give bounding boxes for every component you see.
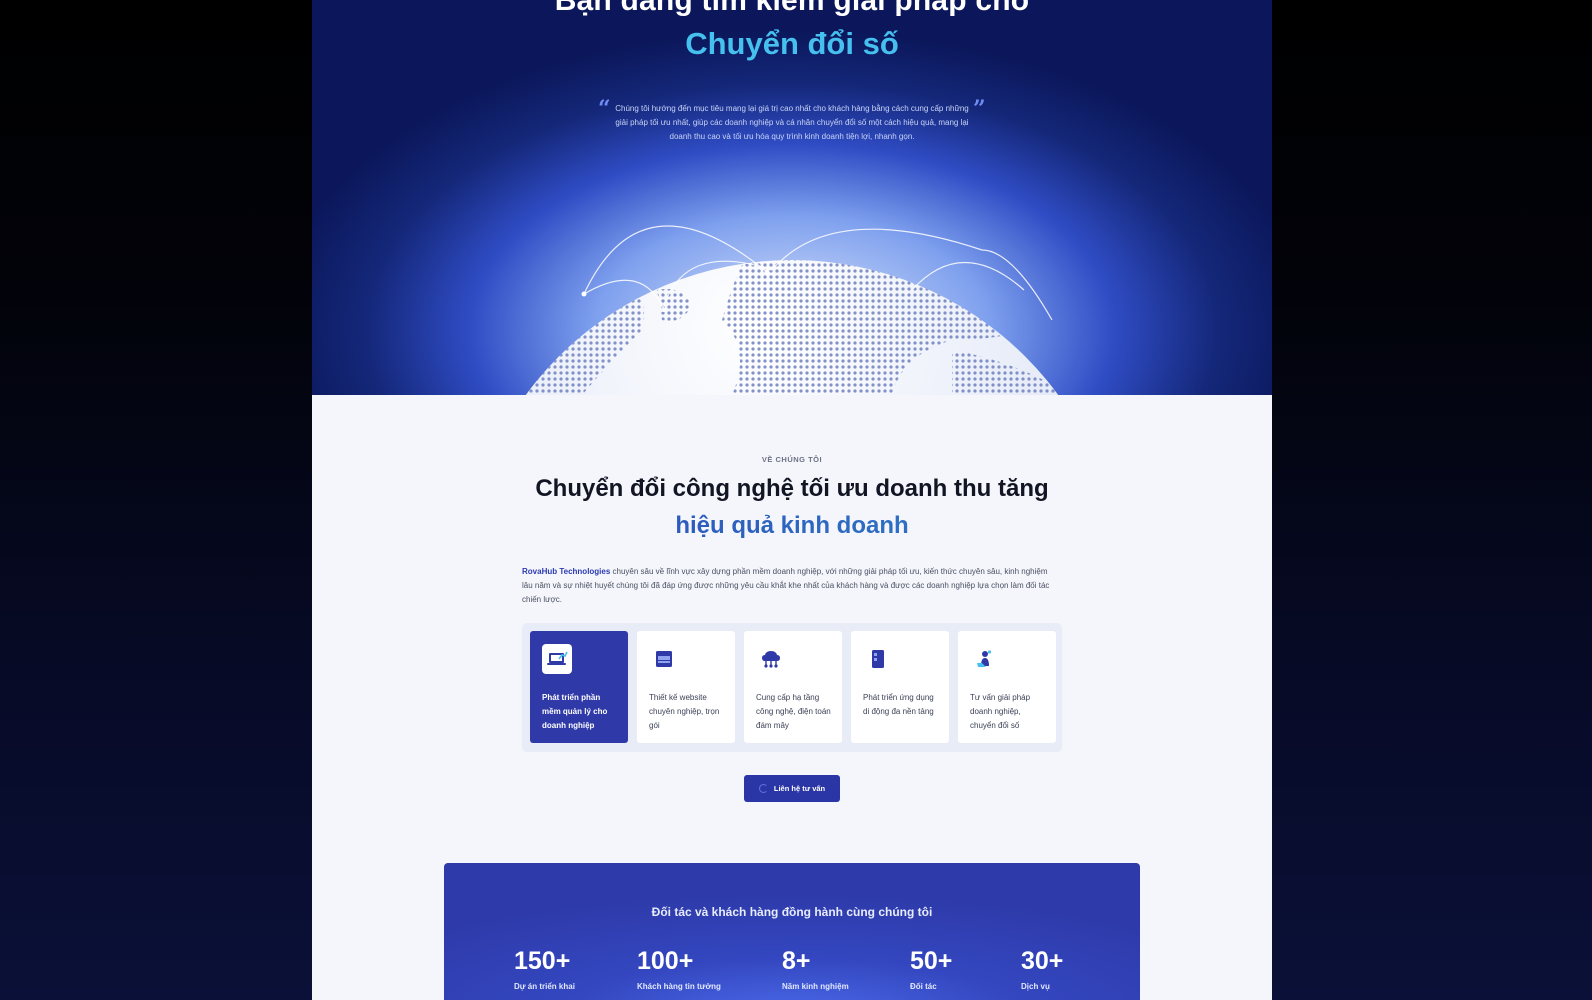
- stat-label: Năm kinh nghiệm: [782, 982, 849, 991]
- stat-clients: 100+ Khách hàng tin tưởng: [637, 947, 721, 991]
- stat-label: Dịch vụ: [1021, 982, 1050, 991]
- partners-title: Đối tác và khách hàng đồng hành cùng chú…: [651, 905, 933, 919]
- stat-label: Đối tác: [910, 982, 937, 991]
- stat-value: 30+: [1021, 947, 1064, 975]
- globe-illustration: [507, 225, 1102, 395]
- service-label: Thiết kế website chuyên nghiệp, trọn gói: [649, 693, 720, 730]
- hero-title-highlight: Chuyển đổi số: [685, 26, 899, 61]
- stat-value: 50+: [910, 947, 953, 975]
- services-panel: Phát triển phần mềm quản lý cho doanh ng…: [522, 623, 1062, 752]
- mobile-app-icon: [863, 644, 893, 674]
- about-eyebrow: VỀ CHÚNG TÔI: [761, 455, 823, 464]
- service-card-website[interactable]: Thiết kế website chuyên nghiệp, trọn gói: [637, 631, 735, 743]
- brand-name: RovaHub Technologies: [522, 567, 611, 576]
- stat-services: 30+ Dịch vụ: [1021, 947, 1063, 991]
- stat-label: Khách hàng tin tưởng: [637, 982, 721, 991]
- service-label: Phát triển ứng dụng di động đa nền tảng: [863, 693, 934, 716]
- browser-window-icon: [649, 644, 679, 674]
- contact-consult-button[interactable]: Liên hệ tư vấn: [744, 775, 840, 802]
- quote-open-icon: “: [598, 96, 611, 122]
- service-label: Cung cấp hạ tầng công nghệ, điện toán đá…: [756, 693, 831, 730]
- service-label: Tư vấn giải pháp doanh nghiệp, chuyển đổ…: [970, 693, 1031, 730]
- laptop-chart-icon: [542, 644, 572, 674]
- stat-label: Dự án triển khai: [514, 982, 575, 991]
- about-description: RovaHub Technologies chuyên sâu về lĩnh …: [522, 565, 1052, 607]
- stat-value: 100+: [637, 947, 694, 975]
- contact-consult-label: Liên hệ tư vấn: [773, 784, 826, 793]
- service-card-software[interactable]: Phát triển phần mềm quản lý cho doanh ng…: [530, 631, 628, 743]
- stat-projects: 150+ Dự án triển khai: [514, 947, 575, 991]
- loading-circle-icon: [758, 784, 768, 793]
- hero-title-top: Bạn đang tìm kiếm giải pháp cho: [554, 0, 1030, 17]
- about-title-highlight: hiệu quả kinh doanh: [312, 512, 1272, 540]
- cloud-network-icon: [756, 644, 786, 674]
- about-title: Chuyển đổi công nghệ tối ưu doanh thu tă…: [535, 475, 1049, 502]
- quote-close-icon: ”: [973, 96, 986, 122]
- stat-value: 8+: [782, 947, 811, 975]
- hero-section: Bạn đang tìm kiếm giải pháp cho Chuyển đ…: [312, 0, 1272, 395]
- hero-description: Chúng tôi hướng đến mục tiêu mang lại gi…: [615, 104, 969, 141]
- service-label: Phát triển phần mềm quản lý cho doanh ng…: [542, 693, 608, 730]
- page-container: Bạn đang tìm kiếm giải pháp cho Chuyển đ…: [312, 0, 1272, 1000]
- consulting-icon: [970, 644, 1000, 674]
- stat-years: 8+ Năm kinh nghiệm: [782, 947, 849, 991]
- stat-value: 150+: [514, 947, 571, 975]
- service-card-mobile[interactable]: Phát triển ứng dụng di động đa nền tảng: [851, 631, 949, 743]
- stat-partners: 50+ Đối tác: [910, 947, 952, 991]
- partners-section: Đối tác và khách hàng đồng hành cùng chú…: [444, 863, 1140, 1000]
- service-card-consulting[interactable]: Tư vấn giải pháp doanh nghiệp, chuyển đổ…: [958, 631, 1056, 743]
- service-card-cloud[interactable]: Cung cấp hạ tầng công nghệ, điện toán đá…: [744, 631, 842, 743]
